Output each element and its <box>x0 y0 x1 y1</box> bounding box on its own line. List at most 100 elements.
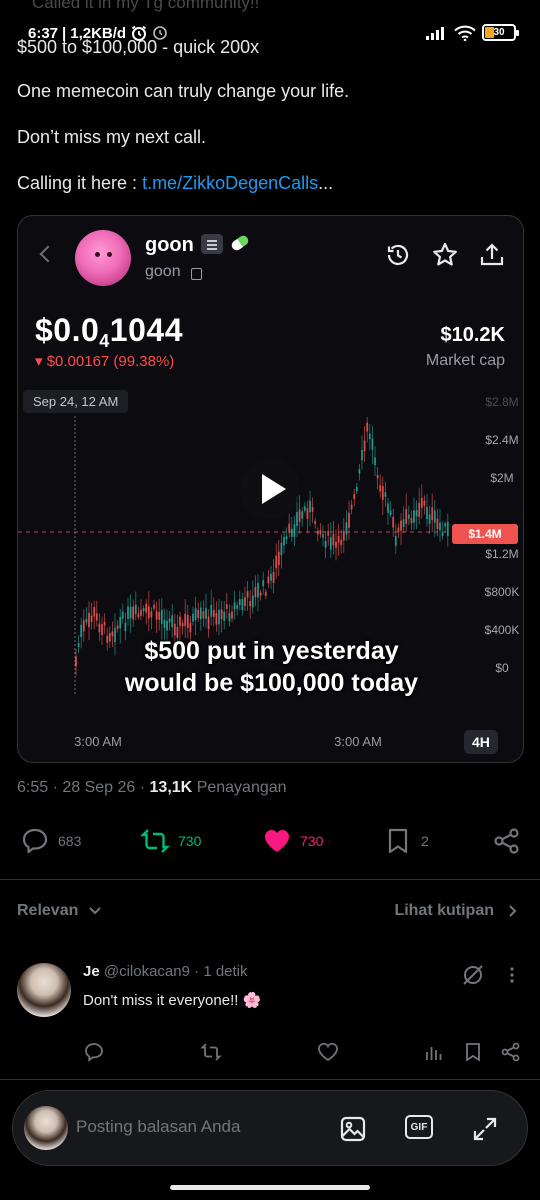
reply-author-name[interactable]: Je <box>83 963 100 980</box>
candle-body <box>431 507 434 521</box>
candle-body <box>186 614 189 628</box>
view-quotes-link[interactable]: Lihat kutipan <box>394 902 518 920</box>
candle-body <box>366 422 369 432</box>
candle-body <box>420 497 423 508</box>
expand-icon[interactable] <box>471 1115 499 1143</box>
candle-body <box>215 613 218 625</box>
candle-body <box>337 535 340 543</box>
candle-body <box>202 611 205 619</box>
candle-body <box>381 485 384 500</box>
candle-body <box>290 528 293 537</box>
reply-input[interactable] <box>76 1117 296 1137</box>
bookmark-icon[interactable] <box>462 1041 484 1063</box>
candle-body <box>103 621 106 626</box>
y-tick-label: $2.4M <box>485 433 518 447</box>
battery-level: 30 <box>493 27 505 38</box>
candle-body <box>228 612 231 622</box>
telegram-link[interactable]: t.me/ZikkoDegenCalls <box>142 173 318 193</box>
candle-body <box>316 530 319 535</box>
candle-body <box>150 611 153 618</box>
reply-actions <box>0 1039 540 1069</box>
sort-label: Relevan <box>17 902 79 919</box>
token-price: $0.041044 <box>35 312 183 351</box>
candle-body <box>199 607 202 620</box>
candle-body <box>324 541 327 548</box>
candle-body <box>207 616 210 630</box>
copy-icon <box>191 268 202 280</box>
candle-body <box>340 539 343 546</box>
candle-body <box>249 601 252 607</box>
candle-body <box>85 618 88 623</box>
candle-body <box>280 542 283 556</box>
more-icon[interactable] <box>505 965 519 985</box>
candle-body <box>426 506 428 520</box>
image-icon[interactable] <box>339 1115 367 1143</box>
bookmark-count: 2 <box>421 833 429 849</box>
avatar[interactable] <box>17 963 71 1017</box>
play-button[interactable] <box>240 459 300 519</box>
candle-body <box>298 509 301 522</box>
repost-icon[interactable] <box>200 1041 222 1063</box>
bookmark-button[interactable]: 2 <box>383 826 429 856</box>
repost-icon <box>140 829 170 853</box>
gif-button[interactable]: GIF <box>405 1115 433 1139</box>
status-bar: Called it in my Tg community!! 6:37 | 1,… <box>0 0 540 44</box>
candle-body <box>353 494 356 499</box>
candle-body <box>277 551 280 566</box>
analytics-icon[interactable] <box>423 1041 445 1063</box>
scrolled-tweet-text: Called it in my Tg community!! <box>32 0 260 12</box>
candle-body <box>342 530 345 541</box>
candle-body <box>137 613 140 618</box>
candle-body <box>293 524 296 537</box>
like-button[interactable]: 730 <box>262 826 323 856</box>
video-media-card[interactable]: goon goon $0.041044 ▾ $0.00167 (99.38%) … <box>17 215 524 763</box>
candle-body <box>210 605 213 617</box>
candle-body <box>236 605 239 609</box>
candle-body <box>441 532 444 537</box>
candle-body <box>168 618 171 623</box>
reply-header: Je @cilokacan9 · 1 detik <box>83 963 248 980</box>
candle-body <box>246 591 249 598</box>
candle-body <box>348 512 350 528</box>
candle-body <box>439 522 441 531</box>
candle-body <box>267 576 270 584</box>
candle-body <box>171 615 174 628</box>
candle-body <box>283 536 285 546</box>
repost-button[interactable]: 730 <box>140 826 201 856</box>
share-tweet-button[interactable] <box>492 826 522 856</box>
tweet-actions: 683 730 730 2 <box>0 820 540 864</box>
candle-body <box>163 619 166 628</box>
reply-button[interactable]: 683 <box>20 826 81 856</box>
candle-body <box>225 604 228 609</box>
candle-body <box>335 541 337 548</box>
candle-body <box>119 617 122 629</box>
candle-body <box>80 624 83 638</box>
candle-body <box>155 611 158 620</box>
battery-icon: 30 <box>482 24 519 41</box>
candle-body <box>402 519 405 528</box>
candle-body <box>189 622 192 633</box>
candle-body <box>233 602 236 610</box>
candle-body <box>134 604 137 615</box>
reply-icon[interactable] <box>83 1041 105 1063</box>
candle-body <box>241 599 244 611</box>
candle-body <box>355 486 358 492</box>
candle-body <box>433 510 436 523</box>
reply-item[interactable]: Je @cilokacan9 · 1 detik Don't miss it e… <box>0 955 540 1075</box>
candle-body <box>363 440 366 452</box>
share-nodes-icon[interactable] <box>500 1041 522 1063</box>
candle-body <box>231 611 233 619</box>
status-right: 30 <box>426 24 519 41</box>
alarm-icon <box>132 25 147 41</box>
like-count: 730 <box>300 833 324 849</box>
share-icon <box>480 243 504 266</box>
heart-outline-icon[interactable] <box>317 1041 339 1063</box>
candle-body <box>160 609 163 624</box>
views-label: Penayangan <box>196 779 287 796</box>
grok-icon[interactable] <box>461 963 485 987</box>
home-indicator <box>170 1185 370 1190</box>
tweet-time: 6:55 <box>17 779 49 796</box>
candle-body <box>212 609 215 617</box>
sort-dropdown[interactable]: Relevan <box>17 902 102 920</box>
candle-body <box>270 573 272 581</box>
